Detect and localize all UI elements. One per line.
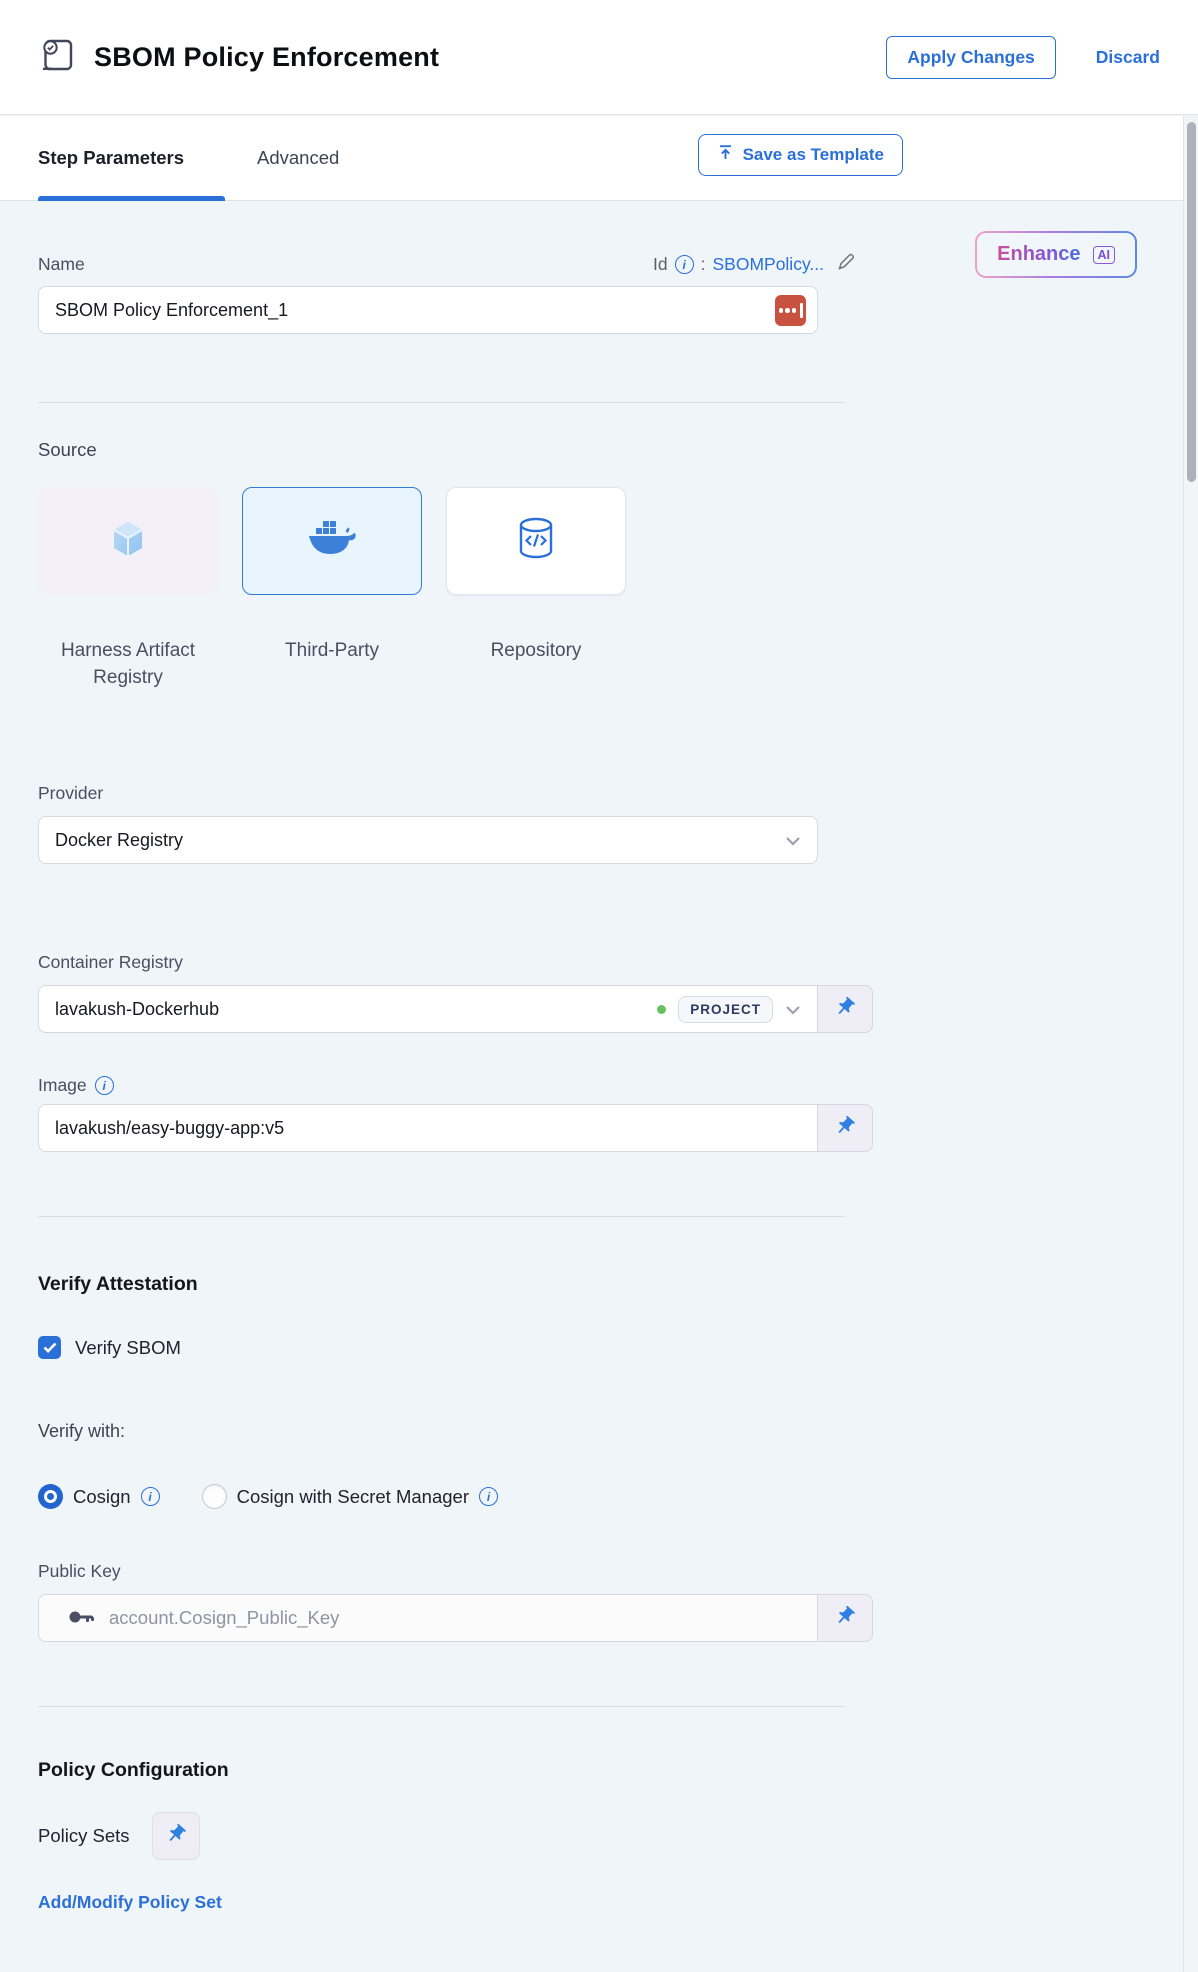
policy-sets-pin-button[interactable] — [152, 1812, 200, 1860]
policy-configuration-heading: Policy Configuration — [38, 1759, 1160, 1782]
cosign-radio[interactable] — [38, 1484, 63, 1509]
pin-icon — [165, 1823, 187, 1850]
source-card-repository[interactable] — [446, 487, 626, 595]
scrollbar-thumb[interactable] — [1187, 122, 1196, 482]
chevron-down-icon — [785, 999, 801, 1020]
image-label-row: Image i — [38, 1075, 1160, 1096]
divider — [38, 1706, 845, 1707]
divider — [38, 1216, 845, 1217]
repository-icon — [514, 516, 558, 567]
multi-type-selector-icon[interactable] — [775, 295, 806, 326]
page-title: SBOM Policy Enforcement — [94, 42, 439, 73]
tab-bar: Step Parameters Advanced Save as Templat… — [0, 116, 1198, 201]
name-input-wrapper — [38, 286, 818, 334]
add-modify-policy-set-link[interactable]: Add/Modify Policy Set — [38, 1892, 222, 1913]
info-icon: i — [141, 1487, 160, 1506]
discard-button[interactable]: Discard — [1096, 47, 1160, 68]
pin-icon — [834, 1605, 856, 1632]
pin-input-type-button[interactable] — [818, 1104, 873, 1152]
info-icon: i — [95, 1076, 114, 1095]
pin-input-type-button[interactable] — [818, 985, 873, 1033]
verify-attestation-heading: Verify Attestation — [38, 1273, 1160, 1296]
verify-sbom-checkbox[interactable] — [38, 1336, 61, 1359]
cosign-secret-manager-radio[interactable] — [202, 1484, 227, 1509]
container-registry-value: lavakush-Dockerhub — [55, 999, 657, 1020]
public-key-label: Public Key — [38, 1561, 1160, 1582]
save-as-template-button[interactable]: Save as Template — [698, 134, 903, 176]
container-registry-label: Container Registry — [38, 952, 1160, 973]
source-label: Source — [38, 439, 1160, 461]
step-parameters-panel: Name Id i : SBOMPolicy... Source — [0, 201, 1160, 1953]
upload-template-icon — [717, 144, 734, 166]
tab-step-parameters[interactable]: Step Parameters — [38, 116, 184, 200]
tab-advanced[interactable]: Advanced — [257, 116, 339, 200]
verify-sbom-label: Verify SBOM — [75, 1337, 181, 1359]
provider-value: Docker Registry — [55, 830, 785, 851]
pin-icon — [834, 996, 856, 1023]
pin-icon — [834, 1115, 856, 1142]
image-label: Image — [38, 1075, 87, 1096]
key-icon — [69, 1607, 95, 1629]
source-card-label: Third-Party — [285, 637, 379, 664]
info-icon: i — [479, 1487, 498, 1506]
image-input[interactable] — [55, 1118, 801, 1139]
source-card-label: Repository — [491, 637, 582, 664]
source-card-third-party[interactable] — [242, 487, 422, 595]
cube-icon — [105, 516, 151, 567]
provider-select[interactable]: Docker Registry — [38, 816, 818, 864]
name-label: Name — [38, 254, 85, 275]
id-label: Id — [653, 254, 668, 275]
public-key-input[interactable]: account.Cosign_Public_Key — [38, 1594, 818, 1642]
divider — [38, 402, 845, 403]
provider-label: Provider — [38, 783, 1160, 804]
scope-badge: PROJECT — [678, 996, 773, 1023]
image-input-wrapper — [38, 1104, 818, 1152]
source-card-harness-artifact-registry[interactable] — [38, 487, 218, 595]
scrollbar-track — [1183, 116, 1198, 1972]
policy-sets-label: Policy Sets — [38, 1825, 130, 1847]
docker-icon — [307, 518, 357, 565]
cosign-radio-label: Cosign — [73, 1486, 131, 1508]
cosign-secret-manager-label: Cosign with Secret Manager — [237, 1486, 469, 1508]
step-id-value: SBOMPolicy... — [712, 254, 824, 275]
connector-status-dot — [657, 1005, 666, 1014]
sbom-policy-icon — [38, 34, 78, 81]
public-key-value: account.Cosign_Public_Key — [109, 1607, 801, 1629]
info-icon: i — [675, 255, 694, 274]
container-registry-select[interactable]: lavakush-Dockerhub PROJECT — [38, 985, 818, 1033]
apply-changes-button[interactable]: Apply Changes — [886, 36, 1055, 79]
panel-header: SBOM Policy Enforcement Apply Changes Di… — [0, 0, 1198, 115]
source-card-label: Harness Artifact Registry — [38, 637, 218, 691]
pin-input-type-button[interactable] — [818, 1594, 873, 1642]
chevron-down-icon — [785, 830, 801, 851]
edit-icon[interactable] — [837, 253, 855, 276]
verify-with-label: Verify with: — [38, 1421, 1160, 1442]
name-input[interactable] — [55, 300, 801, 321]
